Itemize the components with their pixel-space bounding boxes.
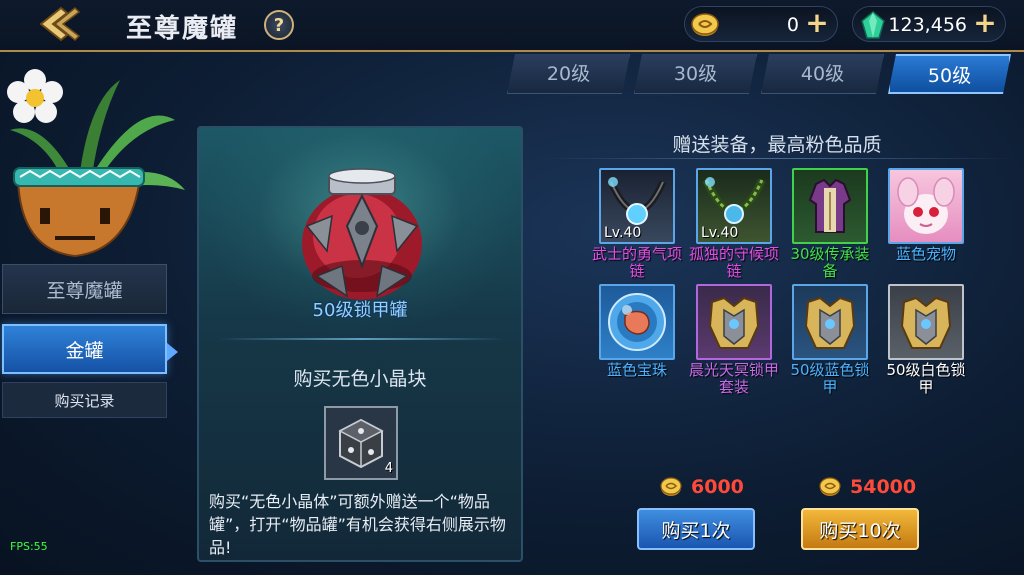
buy-item-title: 购买无色小晶块 [293,368,427,390]
buy-once-button[interactable]: 购买1次 [637,508,755,550]
item-name: 50级蓝色锁甲 [790,361,870,396]
gem-value: 123,456 [888,14,967,36]
page-title: 至尊魔罐 [126,14,239,44]
back-arrow-icon [39,6,81,42]
gift-title: 赠送装备，最高粉色品质 [672,134,882,156]
potted-flower-mascot-icon [7,69,185,258]
gift-divider [540,158,1014,159]
add-gold-button[interactable]: + [805,9,829,37]
jar-description: 购买“无色小晶体”可额外赠送一个“物品罐”，打开“物品罐”有机会获得右侧展示物品… [209,492,506,557]
chest-armor-icon [888,284,964,360]
purchase-record-button[interactable]: 购买记录 [2,382,167,418]
tab-level-20[interactable]: 20级 [507,54,630,94]
pet-icon [888,168,964,244]
gift-item[interactable]: 蓝色宠物 [880,168,972,263]
chest-armor-icon [696,284,772,360]
gift-item[interactable]: 50级蓝色锁甲 [784,284,876,396]
jar-name: 50级锁甲罐 [312,300,408,321]
green-gem-icon [861,11,885,39]
price-ten: 54000 [818,474,916,500]
gold-coin-icon [691,13,719,36]
sidebar-item-supreme-jar[interactable]: 至尊魔罐 [2,264,167,314]
gold-coin-icon [660,477,682,496]
sidebar-item-gold-jar[interactable]: 金罐 [2,324,167,374]
item-name: 50级白色锁甲 [886,361,966,396]
gold-value: 0 [786,14,799,36]
top-bar: 至尊魔罐 ? 0 + 123,456 + [0,0,1024,52]
item-level: Lv.40 [604,225,642,241]
buy-ten-button[interactable]: 购买10次 [801,508,919,550]
crystal-item-slot[interactable]: 4 [324,406,398,480]
help-button[interactable]: ? [264,10,294,40]
orb-icon [599,284,675,360]
price-once: 6000 [659,474,744,500]
level-tabs: 20级 30级 40级 50级 [507,54,1011,96]
item-name: 蓝色宠物 [895,245,956,263]
item-name: 武士的勇气项链 [591,245,682,280]
fps-counter: FPS:55 [10,540,48,553]
tab-level-50[interactable]: 50级 [888,54,1011,94]
gift-item[interactable]: 30级传承装备 [784,168,876,280]
price-once-value: 6000 [691,476,744,498]
back-button[interactable] [28,2,84,46]
item-name: 30级传承装备 [790,245,870,280]
crystal-count: 4 [384,461,393,476]
armor-vest-icon [792,168,868,244]
gem-currency: 123,456 + [852,6,1006,42]
selection-arrow-icon [167,343,178,361]
gold-coin-icon [819,477,841,496]
gift-item[interactable]: 50级白色锁甲 [880,284,972,396]
jar-panel: 50级锁甲罐 购买无色小晶块 4 购买“无色小晶体”可额外赠送一个“物品罐”，打… [197,126,523,562]
tab-level-30[interactable]: 30级 [634,54,757,94]
tab-level-40[interactable]: 40级 [761,54,884,94]
magic-jar-icon[interactable] [287,156,437,306]
item-name: 蓝色宝珠 [606,361,667,379]
necklace-icon: Lv.40 [696,168,772,244]
panel-divider [219,338,505,340]
gift-item[interactable]: 晨光天冥锁甲套装 [688,284,780,396]
gift-item[interactable]: Lv.40 武士的勇气项链 [591,168,683,280]
gift-item[interactable]: 蓝色宝珠 [591,284,683,379]
gift-item[interactable]: Lv.40 孤独的守候项链 [688,168,780,280]
chest-armor-icon [792,284,868,360]
gold-currency: 0 + [684,6,838,42]
item-name: 晨光天冥锁甲套装 [688,361,779,396]
price-ten-value: 54000 [850,476,917,498]
item-name: 孤独的守候项链 [688,245,779,280]
necklace-icon: Lv.40 [599,168,675,244]
add-gem-button[interactable]: + [973,9,997,37]
item-level: Lv.40 [701,225,739,241]
